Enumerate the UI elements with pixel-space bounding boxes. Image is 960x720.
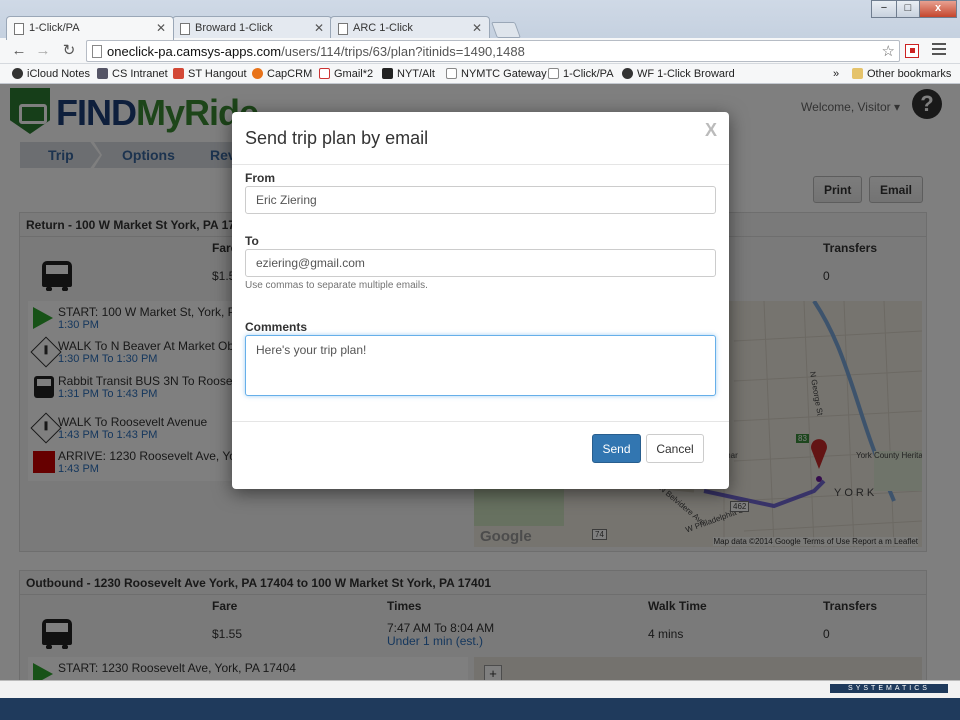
url-path: /users/114/trips/63/plan?itinids=1490,14… [281, 44, 525, 59]
systematics-logo: SYSTEMATICS [830, 684, 948, 693]
bookmark-cs-intranet[interactable]: CS Intranet [97, 68, 168, 80]
bookmark-capcrm[interactable]: CapCRM [252, 68, 312, 80]
bookmark-icloud-notes[interactable]: iCloud Notes [12, 68, 90, 80]
modal-divider [232, 164, 729, 165]
document-icon [548, 68, 559, 79]
menu-icon[interactable] [932, 43, 946, 58]
bookmark-label: Gmail*2 [334, 68, 374, 80]
bookmark-star-icon[interactable]: ☆ [882, 42, 895, 60]
bookmark-label: iCloud Notes [27, 68, 90, 80]
tab-arc-1click[interactable]: ARC 1-Click ✕ [330, 16, 490, 40]
comments-field[interactable]: Here's your trip plan! [245, 335, 716, 396]
bookmark-label: CS Intranet [112, 68, 168, 80]
bookmark-st-hangout[interactable]: ST Hangout [173, 68, 247, 80]
close-icon[interactable]: X [705, 120, 717, 141]
reload-icon[interactable]: ↻ [60, 42, 78, 60]
new-tab-button[interactable] [491, 22, 521, 38]
apple-icon [12, 68, 23, 79]
document-icon [14, 23, 24, 35]
browser-chrome: 1-Click/PA ✕ Broward 1-Click ✕ ARC 1-Cli… [0, 0, 960, 84]
tab-label: Broward 1-Click [195, 22, 273, 34]
email-trip-modal: Send trip plan by email X From To Use co… [232, 112, 729, 489]
url-host: oneclick-pa.camsys-apps.com [107, 44, 282, 59]
cancel-button[interactable]: Cancel [646, 434, 704, 463]
bookmark-label: CapCRM [267, 68, 313, 80]
bookmarks-bar: iCloud Notes CS Intranet ST Hangout CapC… [0, 64, 960, 84]
page-icon [92, 45, 102, 58]
tab-strip: 1-Click/PA ✕ Broward 1-Click ✕ ARC 1-Cli… [0, 14, 960, 40]
other-bookmarks[interactable]: Other bookmarks [852, 68, 951, 80]
modal-title: Send trip plan by email [245, 128, 429, 148]
bottom-strip [0, 680, 960, 698]
bookmarks-overflow-icon[interactable]: » [833, 68, 839, 80]
bookmark-nyt[interactable]: NYT/Alt [382, 68, 435, 80]
comments-label: Comments [245, 320, 308, 334]
from-label: From [245, 171, 275, 185]
back-icon[interactable]: ← [10, 42, 28, 60]
close-tab-icon[interactable]: ✕ [472, 21, 482, 35]
browser-toolbar: ← → ↻ oneclick-pa.camsys-apps.com/users/… [0, 38, 960, 64]
cs-icon [97, 68, 108, 79]
to-label: To [245, 234, 259, 248]
document-icon [180, 23, 190, 35]
bookmark-label: NYMTC Gateway [461, 68, 547, 80]
from-field[interactable] [245, 186, 716, 214]
close-tab-icon[interactable]: ✕ [314, 21, 324, 35]
minimize-button[interactable]: − [871, 0, 897, 18]
bookmark-label: ST Hangout [188, 68, 247, 80]
tab-1click-pa[interactable]: 1-Click/PA ✕ [6, 16, 174, 40]
extension-icon[interactable] [905, 44, 919, 58]
address-bar[interactable]: oneclick-pa.camsys-apps.com/users/114/tr… [86, 40, 900, 62]
tab-label: ARC 1-Click [353, 22, 413, 34]
document-icon [446, 68, 457, 79]
close-tab-icon[interactable]: ✕ [156, 21, 166, 35]
maximize-button[interactable]: □ [896, 0, 920, 18]
capsule-icon [252, 68, 263, 79]
send-button[interactable]: Send [592, 434, 641, 463]
document-icon [338, 23, 348, 35]
bookmark-label: 1-Click/PA [563, 68, 614, 80]
bookmark-label: WF 1-Click Broward [637, 68, 735, 80]
bookmark-label: NYT/Alt [397, 68, 435, 80]
globe-icon [622, 68, 633, 79]
nyt-icon [382, 68, 393, 79]
modal-footer-divider [232, 421, 729, 422]
window-close-button[interactable]: x [919, 0, 957, 18]
gmail-icon [319, 68, 330, 79]
google-plus-icon [173, 68, 184, 79]
tab-label: 1-Click/PA [29, 22, 80, 34]
to-help-text: Use commas to separate multiple emails. [245, 280, 428, 291]
bookmark-label: Other bookmarks [867, 68, 952, 80]
bookmark-gmail[interactable]: Gmail*2 [319, 68, 373, 80]
bookmark-wf-1click-broward[interactable]: WF 1-Click Broward [622, 68, 735, 80]
bookmark-1click-pa[interactable]: 1-Click/PA [548, 68, 614, 80]
to-email-field[interactable] [245, 249, 716, 277]
tab-broward-1click[interactable]: Broward 1-Click ✕ [172, 16, 332, 40]
forward-icon[interactable]: → [34, 42, 52, 60]
bookmark-nymtc-gateway[interactable]: NYMTC Gateway [446, 68, 547, 80]
folder-icon [852, 68, 863, 79]
